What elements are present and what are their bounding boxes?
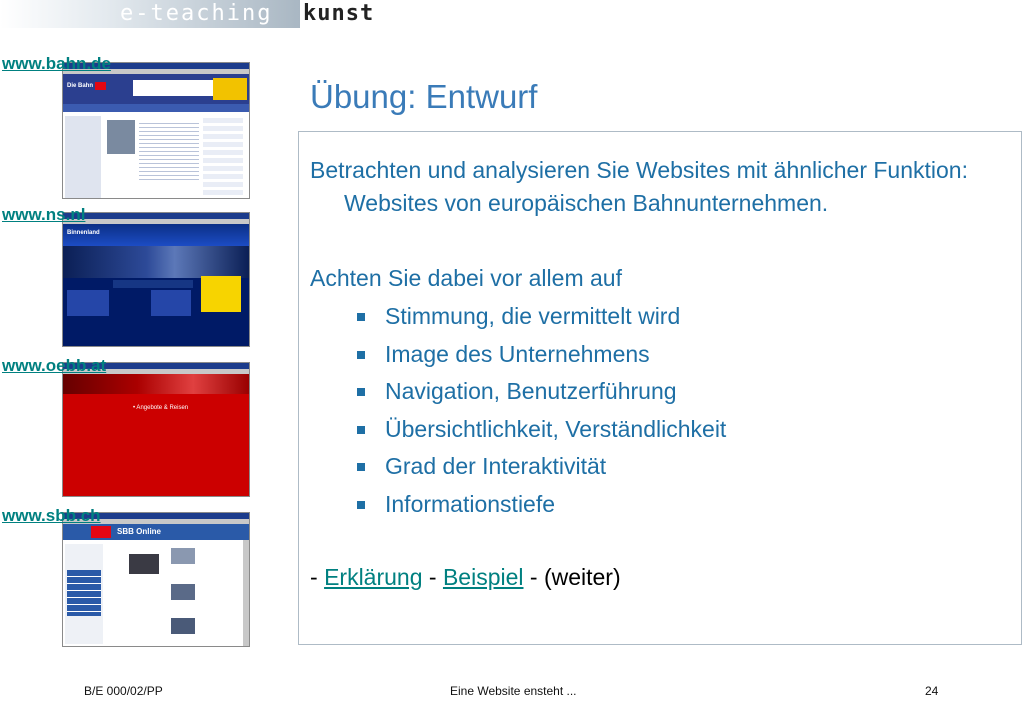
page-number: 24 (925, 684, 939, 698)
logo-left-text: e-teaching (120, 1, 273, 26)
slide-navigation: - Erklärung - Beispiel - (weiter) (310, 564, 621, 590)
bahn-brand: Die Bahn (67, 83, 94, 89)
beispiel-link[interactable]: Beispiel (443, 564, 524, 590)
link-ns[interactable]: www.ns.nl (2, 205, 85, 225)
intro-paragraph: Betrachten und analysieren Sie Websites … (310, 157, 968, 216)
page-title: Übung: Entwurf (310, 78, 538, 115)
list-item: Übersichtlichkeit, Verständlichkeit (355, 411, 726, 449)
weiter-text: - (weiter) (523, 564, 621, 590)
bullet-square-icon (357, 463, 365, 472)
erklaerung-link[interactable]: Erklärung (324, 564, 422, 590)
focus-paragraph: Achten Sie dabei vor allem auf (310, 265, 622, 291)
screenshot-sbb: SBB Online (62, 512, 250, 647)
bullet-square-icon (357, 500, 365, 509)
sbb-logo-icon (91, 526, 111, 538)
screenshot-ns: Binnenland (62, 212, 250, 347)
screenshot-bahn: Die Bahn (62, 62, 250, 199)
screenshot-oebb: • Angebote & Reisen (62, 362, 250, 497)
db-logo-icon (95, 82, 106, 90)
bullet-square-icon (357, 388, 365, 397)
list-item: Grad der Interaktivität (355, 448, 726, 486)
criteria-list: Stimmung, die vermittelt wird Image des … (355, 298, 726, 524)
link-oebb[interactable]: www.oebb.at (2, 356, 106, 376)
sbb-brand: SBB Online (117, 527, 162, 536)
footer-caption: Eine Website ensteht ... (450, 684, 577, 698)
bullet-square-icon (357, 425, 365, 434)
list-item: Navigation, Benutzerführung (355, 373, 726, 411)
list-item: Stimmung, die vermittelt wird (355, 298, 726, 336)
ns-brand: Binnenland (67, 230, 100, 236)
header-logo: e-teaching kunst (0, 0, 400, 28)
bullet-square-icon (357, 313, 365, 321)
bullet-square-icon (357, 350, 365, 359)
oebb-menu: • Angebote & Reisen (133, 405, 189, 411)
list-item: Informationstiefe (355, 486, 726, 524)
link-bahn[interactable]: www.bahn.de (2, 54, 111, 74)
footer-code: B/E 000/02/PP (84, 684, 163, 698)
link-sbb[interactable]: www.sbb.ch (2, 506, 101, 526)
logo-left-band: e-teaching (0, 0, 300, 28)
list-item: Image des Unternehmens (355, 336, 726, 374)
logo-right-text: kunst (303, 1, 375, 26)
content-panel: Betrachten und analysieren Sie Websites … (298, 131, 1022, 645)
